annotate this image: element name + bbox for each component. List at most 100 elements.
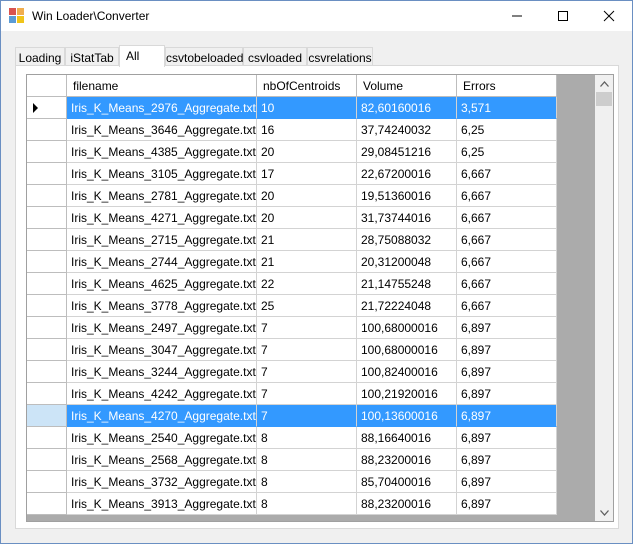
cell-errors[interactable]: 6,667 <box>457 207 557 229</box>
table-row[interactable]: Iris_K_Means_3047_Aggregate.txt 7 100,6800… <box>27 339 557 361</box>
row-header[interactable] <box>27 229 67 251</box>
cell-nbofcentroids[interactable]: 21 <box>257 251 357 273</box>
cell-filename[interactable]: Iris_K_Means_4270_Aggregate.txt <box>67 405 257 427</box>
row-header[interactable] <box>27 449 67 471</box>
scroll-thumb[interactable] <box>596 92 612 106</box>
row-header[interactable] <box>27 141 67 163</box>
cell-nbofcentroids[interactable]: 7 <box>257 361 357 383</box>
grid-corner-header[interactable] <box>27 75 67 97</box>
table-row[interactable]: Iris_K_Means_2715_Aggregate.txt 21 28,7508… <box>27 229 557 251</box>
row-header[interactable] <box>27 207 67 229</box>
table-row[interactable]: Iris_K_Means_3778_Aggregate.txt 25 21,7222… <box>27 295 557 317</box>
cell-nbofcentroids[interactable]: 7 <box>257 339 357 361</box>
table-row[interactable]: Iris_K_Means_3105_Aggregate.txt 17 22,6720… <box>27 163 557 185</box>
row-header[interactable] <box>27 273 67 295</box>
cell-nbofcentroids[interactable]: 22 <box>257 273 357 295</box>
cell-volume[interactable]: 100,68000016 <box>357 317 457 339</box>
cell-volume[interactable]: 100,68000016 <box>357 339 457 361</box>
cell-filename[interactable]: Iris_K_Means_3105_Aggregate.txt <box>67 163 257 185</box>
cell-volume[interactable]: 28,75088032 <box>357 229 457 251</box>
cell-nbofcentroids[interactable]: 8 <box>257 471 357 493</box>
row-header[interactable] <box>27 317 67 339</box>
cell-errors[interactable]: 6,897 <box>457 317 557 339</box>
row-header[interactable] <box>27 427 67 449</box>
table-row[interactable]: Iris_K_Means_3732_Aggregate.txt 8 85,70400… <box>27 471 557 493</box>
table-row[interactable]: Iris_K_Means_3913_Aggregate.txt 8 88,23200… <box>27 493 557 515</box>
cell-errors[interactable]: 6,667 <box>457 163 557 185</box>
column-header-volume[interactable]: Volume <box>357 75 457 97</box>
cell-nbofcentroids[interactable]: 7 <box>257 317 357 339</box>
cell-volume[interactable]: 19,51360016 <box>357 185 457 207</box>
minimize-button[interactable] <box>494 1 540 31</box>
tab-csvloaded[interactable]: csvloaded <box>243 47 307 67</box>
cell-volume[interactable]: 88,23200016 <box>357 493 457 515</box>
cell-errors[interactable]: 6,897 <box>457 471 557 493</box>
cell-volume[interactable]: 31,73744016 <box>357 207 457 229</box>
cell-filename[interactable]: Iris_K_Means_4242_Aggregate.txt <box>67 383 257 405</box>
cell-filename[interactable]: Iris_K_Means_3778_Aggregate.txt <box>67 295 257 317</box>
cell-nbofcentroids[interactable]: 8 <box>257 449 357 471</box>
cell-errors[interactable]: 6,897 <box>457 383 557 405</box>
cell-filename[interactable]: Iris_K_Means_4625_Aggregate.txt <box>67 273 257 295</box>
cell-filename[interactable]: Iris_K_Means_2744_Aggregate.txt <box>67 251 257 273</box>
maximize-button[interactable] <box>540 1 586 31</box>
row-header[interactable] <box>27 119 67 141</box>
cell-nbofcentroids[interactable]: 20 <box>257 207 357 229</box>
cell-errors[interactable]: 6,667 <box>457 229 557 251</box>
cell-volume[interactable]: 85,70400016 <box>357 471 457 493</box>
cell-volume[interactable]: 82,60160016 <box>357 97 457 119</box>
cell-filename[interactable]: Iris_K_Means_2568_Aggregate.txt <box>67 449 257 471</box>
row-header[interactable] <box>27 295 67 317</box>
cell-filename[interactable]: Iris_K_Means_2715_Aggregate.txt <box>67 229 257 251</box>
cell-volume[interactable]: 20,31200048 <box>357 251 457 273</box>
cell-errors[interactable]: 3,571 <box>457 97 557 119</box>
row-header[interactable] <box>27 405 67 427</box>
cell-nbofcentroids[interactable]: 7 <box>257 405 357 427</box>
cell-nbofcentroids[interactable]: 17 <box>257 163 357 185</box>
scroll-up-button[interactable] <box>595 75 613 92</box>
cell-errors[interactable]: 6,897 <box>457 361 557 383</box>
cell-nbofcentroids[interactable]: 20 <box>257 141 357 163</box>
cell-errors[interactable]: 6,25 <box>457 119 557 141</box>
cell-volume[interactable]: 37,74240032 <box>357 119 457 141</box>
cell-volume[interactable]: 100,13600016 <box>357 405 457 427</box>
row-header[interactable] <box>27 361 67 383</box>
table-row[interactable]: Iris_K_Means_2781_Aggregate.txt 20 19,5136… <box>27 185 557 207</box>
cell-volume[interactable]: 100,82400016 <box>357 361 457 383</box>
cell-filename[interactable]: Iris_K_Means_3244_Aggregate.txt <box>67 361 257 383</box>
title-bar[interactable]: Win Loader\Converter <box>1 1 632 31</box>
cell-errors[interactable]: 6,667 <box>457 273 557 295</box>
cell-volume[interactable]: 21,72224048 <box>357 295 457 317</box>
column-header-filename[interactable]: filename <box>67 75 257 97</box>
cell-errors[interactable]: 6,897 <box>457 427 557 449</box>
column-header-nbofcentroids[interactable]: nbOfCentroids <box>257 75 357 97</box>
row-header[interactable] <box>27 383 67 405</box>
cell-errors[interactable]: 6,667 <box>457 185 557 207</box>
cell-filename[interactable]: Iris_K_Means_4385_Aggregate.txt <box>67 141 257 163</box>
tab-csvtobeloaded[interactable]: csvtobeloaded <box>165 47 243 67</box>
cell-volume[interactable]: 88,16640016 <box>357 427 457 449</box>
tab-istattab[interactable]: iStatTab <box>65 47 119 67</box>
cell-filename[interactable]: Iris_K_Means_3913_Aggregate.txt <box>67 493 257 515</box>
cell-nbofcentroids[interactable]: 16 <box>257 119 357 141</box>
cell-errors[interactable]: 6,667 <box>457 295 557 317</box>
cell-errors[interactable]: 6,667 <box>457 251 557 273</box>
cell-filename[interactable]: Iris_K_Means_3732_Aggregate.txt <box>67 471 257 493</box>
cell-filename[interactable]: Iris_K_Means_2781_Aggregate.txt <box>67 185 257 207</box>
table-row[interactable]: Iris_K_Means_2497_Aggregate.txt 7 100,6800… <box>27 317 557 339</box>
row-header[interactable] <box>27 163 67 185</box>
cell-volume[interactable]: 100,21920016 <box>357 383 457 405</box>
row-header[interactable] <box>27 339 67 361</box>
cell-nbofcentroids[interactable]: 10 <box>257 97 357 119</box>
table-row[interactable]: Iris_K_Means_2568_Aggregate.txt 8 88,23200… <box>27 449 557 471</box>
table-row[interactable]: Iris_K_Means_2540_Aggregate.txt 8 88,16640… <box>27 427 557 449</box>
vertical-scrollbar[interactable] <box>595 75 613 521</box>
row-header[interactable] <box>27 251 67 273</box>
table-row[interactable]: Iris_K_Means_2976_Aggregate.txt 10 82,6016… <box>27 97 557 119</box>
column-header-errors[interactable]: Errors <box>457 75 557 97</box>
cell-volume[interactable]: 21,14755248 <box>357 273 457 295</box>
cell-filename[interactable]: Iris_K_Means_3646_Aggregate.txt <box>67 119 257 141</box>
table-row[interactable]: Iris_K_Means_3646_Aggregate.txt 16 37,7424… <box>27 119 557 141</box>
row-header[interactable] <box>27 97 67 119</box>
data-grid[interactable]: filename nbOfCentroids Volume Errors Iri… <box>26 74 614 522</box>
